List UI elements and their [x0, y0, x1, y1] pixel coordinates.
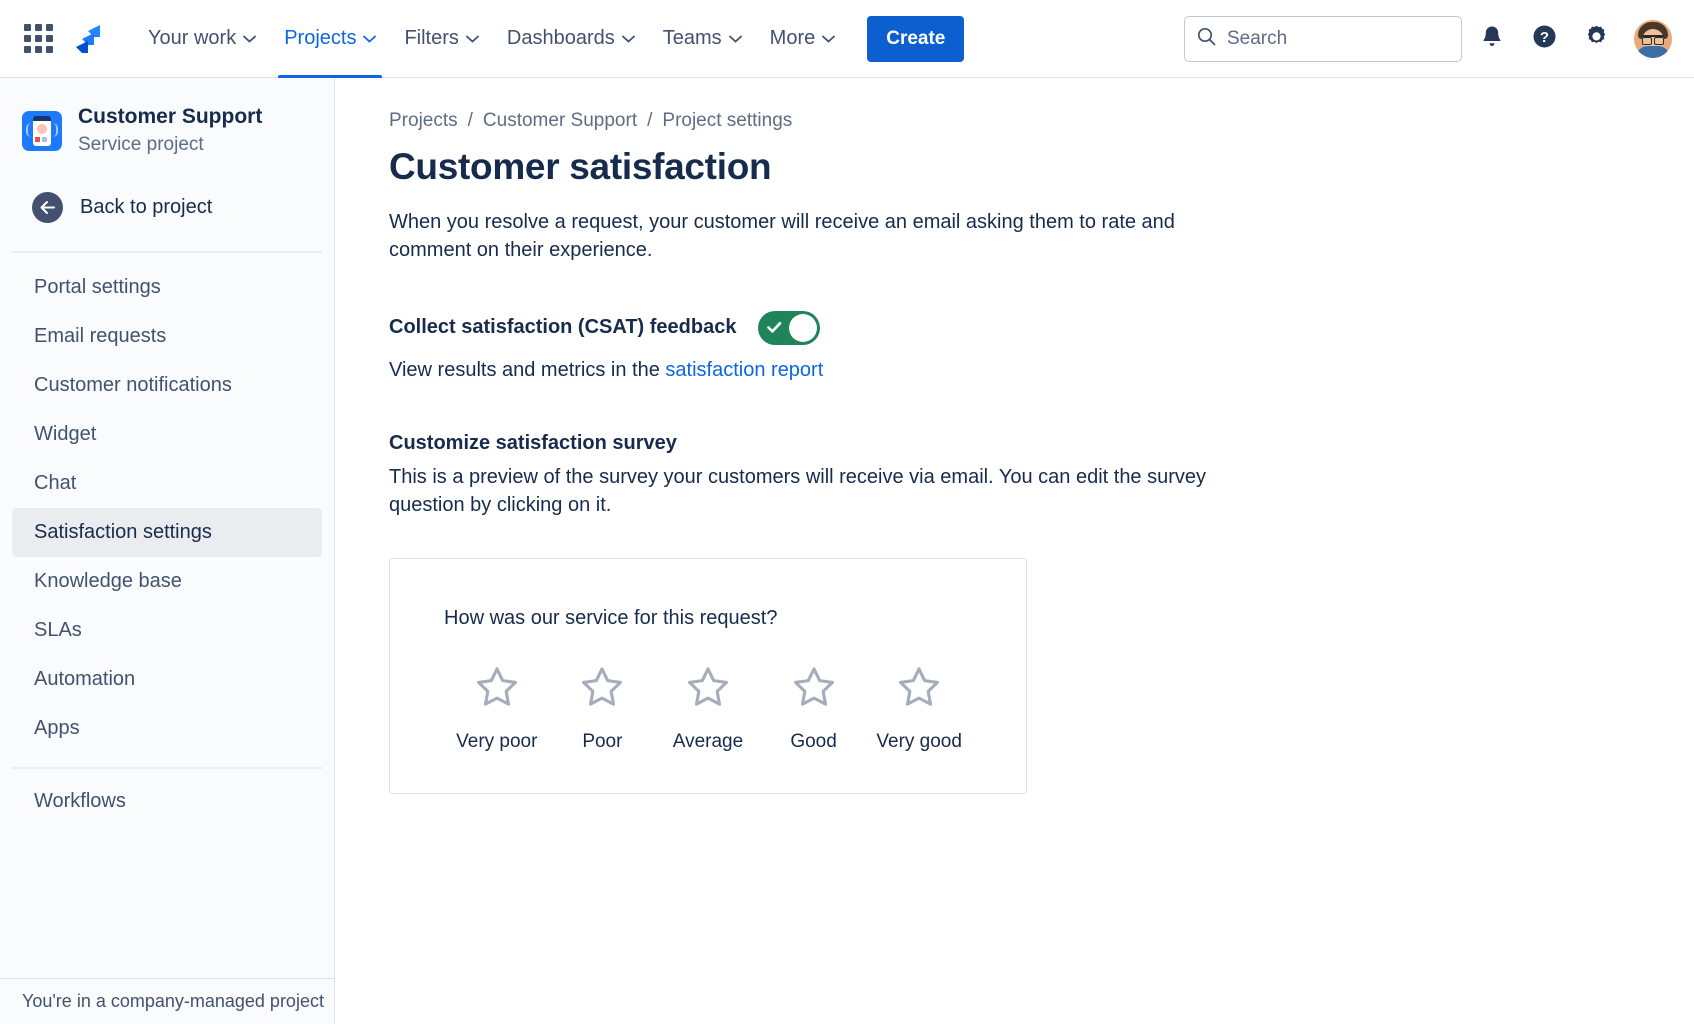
create-button[interactable]: Create	[867, 16, 964, 62]
csat-toggle[interactable]	[758, 311, 820, 345]
chevron-down-icon	[466, 35, 479, 43]
nav-item-dashboards[interactable]: Dashboards	[493, 0, 649, 78]
help-button[interactable]: ?	[1522, 17, 1566, 61]
csat-toggle-row: Collect satisfaction (CSAT) feedback	[389, 311, 1654, 345]
nav-item-label: Your work	[148, 27, 236, 50]
search-box[interactable]	[1184, 16, 1462, 62]
nav-item-label: Dashboards	[507, 27, 615, 50]
star-icon	[792, 666, 836, 713]
rating-option-poor[interactable]: Poor	[550, 666, 656, 753]
sidebar-scroll-area: Customer Support Service project Back to…	[0, 78, 334, 978]
primary-nav-items: Your work Projects Filters Dashboards Te…	[134, 0, 964, 78]
sidebar-item-apps[interactable]: Apps	[12, 704, 322, 753]
rating-label: Poor	[582, 731, 622, 753]
project-settings-sidebar: Customer Support Service project Back to…	[0, 78, 335, 1024]
survey-question[interactable]: How was our service for this request?	[444, 607, 972, 630]
search-input[interactable]	[1227, 28, 1449, 50]
customize-survey-description: This is a preview of the survey your cus…	[389, 463, 1234, 520]
star-icon	[686, 666, 730, 713]
top-navigation-bar: Your work Projects Filters Dashboards Te…	[0, 0, 1694, 78]
sidebar-item-automation[interactable]: Automation	[12, 655, 322, 704]
settings-button[interactable]	[1574, 17, 1618, 61]
nav-item-label: Filters	[404, 27, 458, 50]
sidebar-item-workflows[interactable]: Workflows	[12, 777, 322, 826]
sidebar-item-chat[interactable]: Chat	[12, 459, 322, 508]
star-icon	[475, 666, 519, 713]
satisfaction-report-line: View results and metrics in the satisfac…	[389, 359, 1654, 382]
nav-item-label: More	[770, 27, 816, 50]
nav-right-actions: ?	[1184, 16, 1672, 62]
user-avatar[interactable]	[1634, 20, 1672, 58]
sidebar-item-email-requests[interactable]: Email requests	[12, 312, 322, 361]
company-managed-note: You're in a company-managed project	[0, 978, 334, 1024]
breadcrumb-separator: /	[468, 110, 473, 132]
check-icon	[767, 321, 782, 339]
star-icon	[580, 666, 624, 713]
survey-rating-scale: Very poor Poor A	[444, 666, 972, 753]
nav-item-teams[interactable]: Teams	[649, 0, 756, 78]
help-icon: ?	[1532, 24, 1557, 54]
nav-item-filters[interactable]: Filters	[390, 0, 492, 78]
rating-label: Very good	[876, 731, 962, 753]
nav-item-projects[interactable]: Projects	[270, 0, 390, 78]
project-type: Service project	[78, 132, 262, 158]
page-title: Customer satisfaction	[389, 146, 1654, 188]
nav-item-label: Projects	[284, 27, 356, 50]
page-intro-text: When you resolve a request, your custome…	[389, 208, 1189, 265]
rating-option-good[interactable]: Good	[761, 666, 867, 753]
satisfaction-report-prefix: View results and metrics in the	[389, 359, 665, 381]
rating-label: Average	[673, 731, 743, 753]
csat-label: Collect satisfaction (CSAT) feedback	[389, 316, 736, 339]
rating-label: Good	[790, 731, 836, 753]
breadcrumb-project-settings[interactable]: Project settings	[662, 110, 792, 132]
rating-option-very-good[interactable]: Very good	[866, 666, 972, 753]
project-avatar-icon	[22, 111, 62, 151]
breadcrumb-projects[interactable]: Projects	[389, 110, 458, 132]
chevron-down-icon	[363, 35, 376, 43]
sidebar-item-slas[interactable]: SLAs	[12, 606, 322, 655]
project-header[interactable]: Customer Support Service project	[0, 78, 334, 166]
satisfaction-report-link[interactable]: satisfaction report	[665, 359, 823, 381]
customize-survey-title: Customize satisfaction survey	[389, 432, 1654, 455]
back-arrow-icon	[32, 192, 63, 223]
rating-option-very-poor[interactable]: Very poor	[444, 666, 550, 753]
sidebar-item-satisfaction-settings[interactable]: Satisfaction settings	[12, 508, 322, 557]
project-header-text: Customer Support Service project	[78, 104, 262, 158]
star-icon	[897, 666, 941, 713]
breadcrumb-customer-support[interactable]: Customer Support	[483, 110, 637, 132]
search-icon	[1197, 27, 1216, 51]
svg-text:?: ?	[1539, 29, 1548, 46]
chevron-down-icon	[822, 35, 835, 43]
notifications-bell-icon	[1480, 24, 1504, 54]
page-layout: Customer Support Service project Back to…	[0, 78, 1694, 1024]
back-to-project-label: Back to project	[80, 196, 212, 219]
sidebar-divider-top	[12, 251, 322, 253]
rating-option-average[interactable]: Average	[655, 666, 761, 753]
sidebar-item-customer-notifications[interactable]: Customer notifications	[12, 361, 322, 410]
nav-item-more[interactable]: More	[756, 0, 850, 78]
sidebar-item-knowledge-base[interactable]: Knowledge base	[12, 557, 322, 606]
project-name: Customer Support	[78, 104, 262, 130]
survey-preview-card: How was our service for this request? Ve…	[389, 558, 1027, 794]
breadcrumb-separator: /	[647, 110, 652, 132]
nav-item-your-work[interactable]: Your work	[134, 0, 270, 78]
app-switcher-button[interactable]	[16, 17, 60, 61]
sidebar-item-widget[interactable]: Widget	[12, 410, 322, 459]
notifications-button[interactable]	[1470, 17, 1514, 61]
back-to-project-button[interactable]: Back to project	[10, 182, 322, 233]
toggle-knob	[789, 314, 817, 342]
breadcrumb: Projects / Customer Support / Project se…	[389, 110, 1654, 132]
sidebar-divider-bottom	[12, 767, 322, 769]
settings-gear-icon	[1584, 24, 1609, 54]
nav-item-label: Teams	[663, 27, 722, 50]
main-content: Projects / Customer Support / Project se…	[335, 78, 1694, 1024]
chevron-down-icon	[243, 35, 256, 43]
rating-label: Very poor	[456, 731, 537, 753]
chevron-down-icon	[622, 35, 635, 43]
sidebar-item-portal-settings[interactable]: Portal settings	[12, 263, 322, 312]
grid-apps-icon	[24, 24, 53, 53]
jira-logo-icon[interactable]	[66, 17, 112, 61]
chevron-down-icon	[729, 35, 742, 43]
